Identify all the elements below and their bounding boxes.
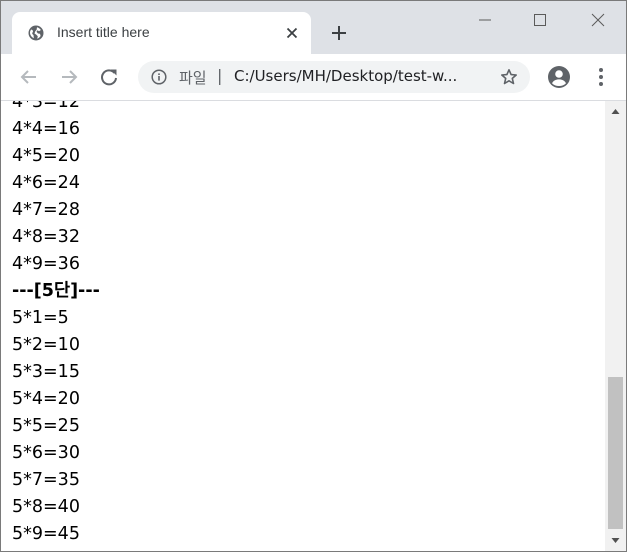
- browser-window: Insert title here 파일 | C:/Users/MH/Deskt…: [0, 0, 627, 552]
- multiplication-line: 4*5=20: [12, 146, 80, 166]
- multiplication-line: 5*6=30: [12, 443, 80, 463]
- star-icon[interactable]: [500, 68, 518, 86]
- multiplication-line: 5*7=35: [12, 470, 80, 490]
- maximize-icon[interactable]: [529, 9, 551, 31]
- address-separator: |: [217, 66, 223, 85]
- multiplication-line: 5*4=20: [12, 389, 80, 409]
- scroll-up-arrow-icon[interactable]: [605, 101, 626, 121]
- page-content: 4*3=12 4*4=16 4*5=20 4*6=24 4*7=28 4*8=32 4*9=…: [12, 101, 100, 548]
- plus-icon[interactable]: [329, 23, 349, 43]
- reload-icon[interactable]: [98, 66, 120, 88]
- address-bar[interactable]: 파일 | C:/Users/MH/Desktop/test-w...: [138, 61, 530, 93]
- window-close-icon[interactable]: [587, 9, 609, 31]
- scrollbar-thumb[interactable]: [608, 377, 623, 529]
- multiplication-line: 5*2=10: [12, 335, 80, 355]
- tab-strip: Insert title here: [1, 1, 626, 54]
- toolbar: 파일 | C:/Users/MH/Desktop/test-w...: [1, 54, 626, 101]
- page-viewport: 4*3=12 4*4=16 4*5=20 4*6=24 4*7=28 4*8=32 4*9=…: [1, 101, 605, 551]
- multiplication-line: 4*8=32: [12, 227, 80, 247]
- section-heading: ---[5단]---: [12, 281, 100, 301]
- scroll-down-arrow-icon[interactable]: [605, 531, 626, 551]
- multiplication-line: 5*5=25: [12, 416, 80, 436]
- globe-icon: [28, 25, 44, 41]
- account-icon[interactable]: [547, 65, 571, 89]
- multiplication-line: 5*9=45: [12, 524, 80, 544]
- multiplication-line: 4*4=16: [12, 119, 80, 139]
- multiplication-line: 4*6=24: [12, 173, 80, 193]
- minimize-icon[interactable]: [474, 9, 496, 31]
- close-icon[interactable]: [284, 25, 300, 41]
- tab-title: Insert title here: [57, 24, 150, 40]
- multiplication-line: 5*8=40: [12, 497, 80, 517]
- multiplication-line: 4*3=12: [12, 101, 80, 112]
- arrow-right-icon[interactable]: [58, 66, 80, 88]
- vertical-scrollbar[interactable]: [605, 101, 626, 551]
- multiplication-line: 4*7=28: [12, 200, 80, 220]
- kebab-menu-icon[interactable]: [591, 66, 611, 88]
- scheme-label: 파일: [179, 69, 207, 87]
- multiplication-line: 5*1=5: [12, 308, 69, 328]
- info-icon[interactable]: [151, 69, 167, 85]
- multiplication-line: 4*9=36: [12, 254, 80, 274]
- arrow-left-icon[interactable]: [18, 66, 40, 88]
- browser-tab[interactable]: Insert title here: [12, 12, 311, 54]
- url-text[interactable]: C:/Users/MH/Desktop/test-w...: [234, 67, 494, 85]
- multiplication-line: 5*3=15: [12, 362, 80, 382]
